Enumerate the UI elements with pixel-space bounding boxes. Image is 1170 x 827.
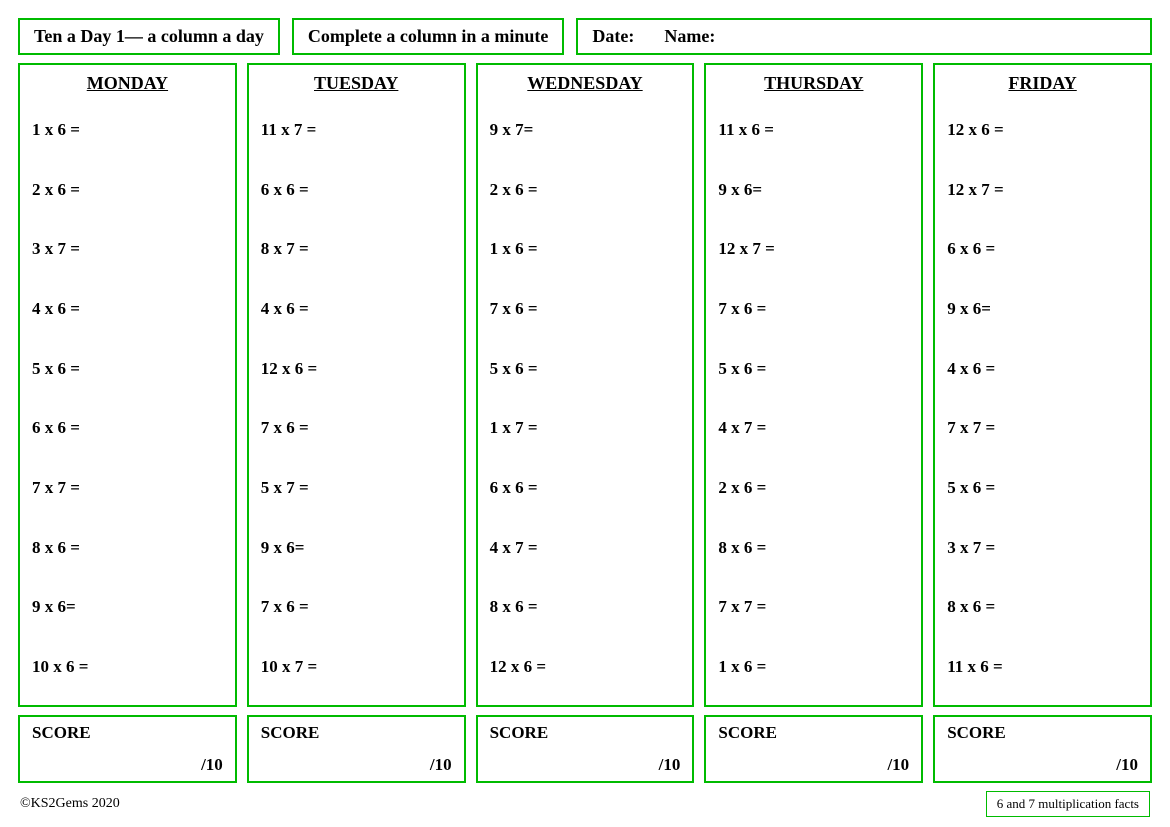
score-value: /10 xyxy=(32,755,223,775)
fact-item: 8 x 6 = xyxy=(947,578,1138,638)
fact-item: 2 x 6 = xyxy=(32,160,223,220)
topic-text: 6 and 7 multiplication facts xyxy=(997,796,1139,811)
fact-item: 1 x 6 = xyxy=(32,100,223,160)
score-box-friday: SCORE/10 xyxy=(933,715,1152,783)
date-label: Date: xyxy=(592,26,634,47)
score-box-wednesday: SCORE/10 xyxy=(476,715,695,783)
fact-item: 11 x 7 = xyxy=(261,100,452,160)
day-col-tuesday: TUESDAY 11 x 7 =6 x 6 =8 x 7 =4 x 6 =12 x… xyxy=(247,63,466,707)
fact-item: 8 x 6 = xyxy=(490,578,681,638)
fact-item: 7 x 7 = xyxy=(947,399,1138,459)
fact-item: 6 x 6 = xyxy=(490,458,681,518)
fact-item: 6 x 6 = xyxy=(947,219,1138,279)
subtitle-text: Complete a column in a minute xyxy=(308,26,549,46)
fact-item: 2 x 6 = xyxy=(490,160,681,220)
columns-area: MONDAY1 x 6 =2 x 6 =3 x 7 =4 x 6 =5 x 6 … xyxy=(18,63,1152,707)
score-value: /10 xyxy=(490,755,681,775)
fact-item: 4 x 6 = xyxy=(947,339,1138,399)
fact-item: 12 x 7 = xyxy=(947,160,1138,220)
fact-item: 8 x 7 = xyxy=(261,219,452,279)
score-label: SCORE xyxy=(261,723,452,743)
score-value: /10 xyxy=(718,755,909,775)
fact-item: 9 x 6= xyxy=(947,279,1138,339)
score-label: SCORE xyxy=(32,723,223,743)
fact-item: 9 x 6= xyxy=(261,518,452,578)
day-col-friday: FRIDAY 12 x 6 =12 x 7 =6 x 6 =9 x 6=4 x 6… xyxy=(933,63,1152,707)
fact-item: 8 x 6 = xyxy=(718,518,909,578)
score-label: SCORE xyxy=(947,723,1138,743)
fact-item: 5 x 6 = xyxy=(490,339,681,399)
fact-item: 9 x 6= xyxy=(32,578,223,638)
fact-item: 6 x 6 = xyxy=(32,399,223,459)
copyright-text: ©KS2Gems 2020 xyxy=(20,796,120,812)
fact-item: 11 x 6 = xyxy=(718,100,909,160)
page: Ten a Day 1— a column a day Complete a c… xyxy=(0,0,1170,827)
topic-box: 6 and 7 multiplication facts xyxy=(986,791,1150,817)
fact-item: 4 x 6 = xyxy=(261,279,452,339)
day-header-monday: MONDAY xyxy=(32,73,223,94)
fact-item: 12 x 6 = xyxy=(490,637,681,697)
day-col-thursday: THURSDAY 11 x 6 =9 x 6=12 x 7 =7 x 6 =5 x… xyxy=(704,63,923,707)
fact-item: 9 x 6= xyxy=(718,160,909,220)
title-box: Ten a Day 1— a column a day xyxy=(18,18,280,55)
fact-item: 9 x 7= xyxy=(490,100,681,160)
fact-item: 12 x 6 = xyxy=(947,100,1138,160)
day-header-friday: FRIDAY xyxy=(947,73,1138,94)
name-label: Name: xyxy=(664,26,715,47)
fact-item: 5 x 6 = xyxy=(718,339,909,399)
score-box-thursday: SCORE/10 xyxy=(704,715,923,783)
fact-item: 12 x 7 = xyxy=(718,219,909,279)
score-row: SCORE/10SCORE/10SCORE/10SCORE/10SCORE/10 xyxy=(18,715,1152,783)
fact-item: 2 x 6 = xyxy=(718,458,909,518)
score-label: SCORE xyxy=(718,723,909,743)
header-row: Ten a Day 1— a column a day Complete a c… xyxy=(18,18,1152,55)
score-box-tuesday: SCORE/10 xyxy=(247,715,466,783)
day-col-monday: MONDAY 1 x 6 =2 x 6 =3 x 7 =4 x 6 =5 x 6 … xyxy=(18,63,237,707)
fact-item: 5 x 6 = xyxy=(32,339,223,399)
fact-item: 4 x 6 = xyxy=(32,279,223,339)
fact-item: 5 x 6 = xyxy=(947,458,1138,518)
fact-item: 7 x 6 = xyxy=(718,279,909,339)
fact-item: 10 x 7 = xyxy=(261,637,452,697)
score-value: /10 xyxy=(261,755,452,775)
fact-item: 1 x 7 = xyxy=(490,399,681,459)
fact-item: 3 x 7 = xyxy=(32,219,223,279)
date-name-box: Date: Name: xyxy=(576,18,1152,55)
fact-item: 8 x 6 = xyxy=(32,518,223,578)
subtitle-box: Complete a column in a minute xyxy=(292,18,565,55)
day-header-thursday: THURSDAY xyxy=(718,73,909,94)
day-col-wednesday: WEDNESDAY 9 x 7=2 x 6 =1 x 6 =7 x 6 =5 x … xyxy=(476,63,695,707)
fact-item: 7 x 7 = xyxy=(718,578,909,638)
score-label: SCORE xyxy=(490,723,681,743)
fact-item: 7 x 6 = xyxy=(261,399,452,459)
fact-item: 10 x 6 = xyxy=(32,637,223,697)
fact-item: 4 x 7 = xyxy=(490,518,681,578)
footer-row: ©KS2Gems 2020 6 and 7 multiplication fac… xyxy=(18,791,1152,817)
fact-item: 1 x 6 = xyxy=(718,637,909,697)
fact-item: 7 x 6 = xyxy=(261,578,452,638)
fact-item: 3 x 7 = xyxy=(947,518,1138,578)
score-box-monday: SCORE/10 xyxy=(18,715,237,783)
fact-item: 7 x 6 = xyxy=(490,279,681,339)
title-text: Ten a Day 1— a column a day xyxy=(34,26,264,46)
fact-item: 7 x 7 = xyxy=(32,458,223,518)
fact-item: 1 x 6 = xyxy=(490,219,681,279)
day-header-tuesday: TUESDAY xyxy=(261,73,452,94)
fact-item: 12 x 6 = xyxy=(261,339,452,399)
fact-item: 5 x 7 = xyxy=(261,458,452,518)
fact-item: 6 x 6 = xyxy=(261,160,452,220)
score-value: /10 xyxy=(947,755,1138,775)
day-header-wednesday: WEDNESDAY xyxy=(490,73,681,94)
fact-item: 11 x 6 = xyxy=(947,637,1138,697)
fact-item: 4 x 7 = xyxy=(718,399,909,459)
